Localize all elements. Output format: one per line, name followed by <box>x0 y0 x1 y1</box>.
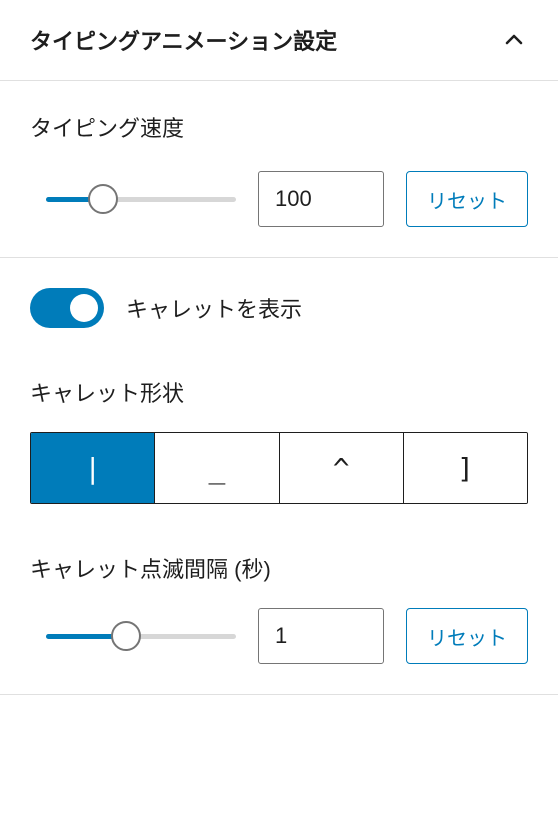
caret-shape-label: キャレット形状 <box>30 376 528 408</box>
caret-toggle-row: キャレットを表示 <box>30 288 528 328</box>
caret-blink-slider[interactable] <box>46 624 236 648</box>
typing-speed-reset-button[interactable]: リセット <box>406 171 528 227</box>
caret-blink-reset-button[interactable]: リセット <box>406 608 528 664</box>
toggle-knob <box>70 294 98 322</box>
typing-speed-row: リセット <box>30 171 528 227</box>
typing-speed-section: タイピング速度 リセット <box>0 81 558 258</box>
slider-thumb[interactable] <box>88 184 118 214</box>
slider-thumb[interactable] <box>111 621 141 651</box>
caret-shape-group: | _ ^ ] <box>30 432 528 504</box>
typing-speed-label: タイピング速度 <box>30 111 528 143</box>
panel-header[interactable]: タイピングアニメーション設定 <box>0 0 558 81</box>
typing-speed-slider[interactable] <box>46 187 236 211</box>
panel-title: タイピングアニメーション設定 <box>30 24 337 56</box>
caret-blink-row: リセット <box>30 608 528 664</box>
caret-blink-input[interactable] <box>258 608 384 664</box>
caret-shape-option-pipe[interactable]: | <box>31 433 155 503</box>
caret-shape-option-bracket[interactable]: ] <box>404 433 527 503</box>
chevron-up-icon[interactable] <box>500 26 528 54</box>
caret-shape-option-underscore[interactable]: _ <box>155 433 279 503</box>
caret-section: キャレットを表示 キャレット形状 | _ ^ ] キャレット点滅間隔 (秒) リ… <box>0 258 558 695</box>
typing-speed-input[interactable] <box>258 171 384 227</box>
caret-toggle[interactable] <box>30 288 104 328</box>
caret-blink-label: キャレット点滅間隔 (秒) <box>30 552 528 584</box>
caret-toggle-label: キャレットを表示 <box>126 292 302 324</box>
caret-shape-option-caret[interactable]: ^ <box>280 433 404 503</box>
